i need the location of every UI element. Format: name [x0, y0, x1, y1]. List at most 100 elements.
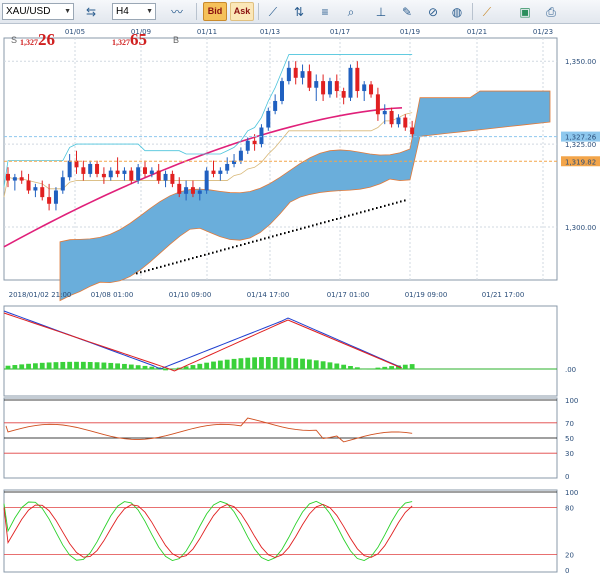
candle-body[interactable]	[266, 110, 271, 128]
symbol-label: XAU/USD	[6, 6, 51, 17]
candle-body[interactable]	[115, 170, 120, 174]
bottom-date-label: 2018/01/02 21:00	[9, 291, 72, 299]
candle-body[interactable]	[26, 180, 31, 191]
macd-histogram-bar	[252, 357, 257, 369]
candle-body[interactable]	[300, 71, 305, 78]
candle-body[interactable]	[396, 117, 401, 125]
rsi-axis-label: 30	[565, 450, 574, 458]
candle-body[interactable]	[204, 170, 209, 191]
macd-histogram-bar	[142, 365, 148, 369]
zoom-icon[interactable]: ⌕	[340, 2, 362, 21]
macd-histogram-bar	[320, 361, 326, 369]
top-date-label: 01/11	[197, 28, 217, 36]
candle-body[interactable]	[197, 190, 202, 194]
candle-body[interactable]	[403, 117, 408, 128]
buy-prefix: 1,327	[112, 38, 130, 47]
candle-body[interactable]	[293, 67, 298, 78]
sell-quote[interactable]: 1,32726	[20, 30, 55, 50]
bid-button[interactable]: Bid	[203, 2, 227, 21]
timeframe-select[interactable]: H4 ▼	[112, 3, 156, 20]
candle-body[interactable]	[156, 170, 161, 181]
candle-body[interactable]	[95, 163, 100, 174]
candle-body[interactable]	[259, 127, 264, 145]
candle-body[interactable]	[307, 71, 312, 88]
stochastic-panel[interactable]	[3, 489, 558, 573]
candle-body[interactable]	[60, 177, 65, 191]
candle-body[interactable]	[273, 100, 278, 111]
candle-body[interactable]	[53, 190, 58, 204]
price-axis-label: 1,319.82	[565, 158, 596, 166]
candle-body[interactable]	[163, 173, 168, 181]
candle-body[interactable]	[108, 170, 113, 178]
buy-quote[interactable]: 1,32765	[112, 30, 147, 50]
candle-body[interactable]	[129, 170, 134, 181]
compass-icon[interactable]: ⊘	[422, 2, 444, 21]
fibonacci-icon[interactable]: ≡	[314, 2, 336, 21]
note-icon[interactable]: ✎	[396, 2, 418, 21]
macd-histogram-bar	[409, 364, 415, 369]
candle-body[interactable]	[211, 170, 216, 174]
macd-histogram-bar	[149, 366, 155, 369]
candle-body[interactable]	[149, 170, 154, 174]
candle-body[interactable]	[389, 110, 394, 125]
candle-body[interactable]	[190, 187, 195, 194]
candle-body[interactable]	[47, 197, 52, 204]
candle-body[interactable]	[88, 163, 93, 174]
trend-icon[interactable]: ⟋	[262, 2, 284, 21]
candle-body[interactable]	[321, 81, 326, 95]
candle-body[interactable]	[410, 127, 415, 135]
ask-button[interactable]: Ask	[230, 2, 254, 21]
candle-body[interactable]	[122, 170, 127, 174]
candle-body[interactable]	[341, 91, 346, 98]
candle-body[interactable]	[375, 94, 380, 115]
candle-body[interactable]	[225, 163, 230, 171]
candle-body[interactable]	[33, 187, 38, 191]
candle-body[interactable]	[143, 167, 147, 174]
line-chart-icon[interactable]: 〰	[166, 2, 188, 21]
macd-histogram-bar	[94, 362, 100, 369]
candle-body[interactable]	[136, 167, 141, 181]
macd-panel[interactable]	[3, 305, 558, 397]
chevron-down-icon: ▼	[146, 8, 153, 15]
candle-body[interactable]	[327, 81, 332, 95]
candle-body[interactable]	[40, 187, 45, 198]
ruler-icon[interactable]: ⟋	[476, 2, 498, 21]
vertical-line-icon[interactable]: ⊥	[370, 2, 392, 21]
macd-histogram-bar	[348, 365, 353, 369]
bottom-date-label: 01/17 01:00	[327, 291, 370, 299]
candle-body[interactable]	[286, 67, 291, 82]
screenshot-icon[interactable]: ▣	[514, 2, 536, 21]
candle-body[interactable]	[238, 150, 243, 161]
bottom-date-label: 01/14 17:00	[247, 291, 290, 299]
candle-body[interactable]	[218, 170, 223, 174]
print-icon[interactable]: ⎙	[540, 2, 562, 21]
macd-histogram-bar	[190, 365, 196, 369]
candle-body[interactable]	[12, 177, 17, 181]
candle-body[interactable]	[348, 67, 353, 98]
candle-body[interactable]	[184, 187, 189, 194]
candle-body[interactable]	[334, 81, 339, 92]
candle-body[interactable]	[369, 84, 374, 95]
horizontal-line-icon[interactable]: ⇅	[288, 2, 310, 21]
candle-body[interactable]	[245, 140, 250, 151]
candle-body[interactable]	[177, 183, 182, 194]
candle-body[interactable]	[355, 67, 360, 92]
candle-body[interactable]	[170, 173, 175, 184]
chart-area[interactable]: 01/05 01/09 01/11 01/13 01/17 01/19 01/21 01/23…	[0, 24, 600, 574]
candle-body[interactable]	[101, 173, 106, 178]
candle-body[interactable]	[314, 81, 319, 88]
candle-body[interactable]	[81, 167, 86, 174]
macd-histogram-bar	[26, 363, 31, 369]
macd-histogram-bar	[217, 360, 223, 369]
globe-icon[interactable]: ◍	[446, 2, 468, 21]
macd-histogram-bar	[211, 361, 216, 369]
candle-body[interactable]	[382, 110, 387, 115]
candle-body[interactable]	[362, 84, 367, 92]
symbol-select[interactable]: XAU/USD ▼	[2, 3, 74, 20]
candle-body[interactable]	[6, 173, 10, 181]
candle-body[interactable]	[19, 177, 24, 181]
currency-icon[interactable]: ⇆	[80, 2, 102, 21]
candle-body[interactable]	[280, 81, 284, 101]
candle-body[interactable]	[252, 140, 257, 145]
candle-body[interactable]	[67, 160, 72, 178]
